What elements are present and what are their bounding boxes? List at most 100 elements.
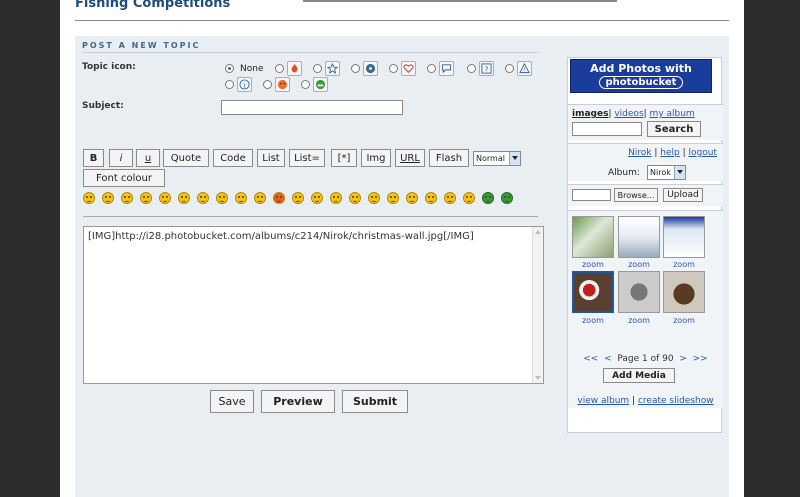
font-colour-button[interactable]: Font colour [83,169,165,187]
smiley-icon[interactable] [330,192,342,204]
next-page-link[interactable]: > [679,354,687,364]
last-page-link[interactable]: >> [693,354,708,364]
zoom-link[interactable]: zoom [617,260,661,269]
tab-videos[interactable]: videos [614,109,643,119]
smiley-icon[interactable] [121,192,133,204]
first-page-link[interactable]: << [583,354,598,364]
smiley-icon[interactable] [368,192,380,204]
flash-button[interactable]: Flash [429,149,469,167]
gallery-thumbnail[interactable] [618,271,660,313]
topic-icon-radio-info[interactable] [225,80,234,89]
topic-icon-radio-star[interactable] [313,64,322,73]
smiley-icon[interactable] [197,192,209,204]
logout-link[interactable]: logout [689,148,717,158]
upload-file-input[interactable] [572,189,611,201]
smiley-icon[interactable] [311,192,323,204]
add-media-button[interactable]: Add Media [603,368,675,383]
svg-text:!: ! [523,68,525,74]
create-slideshow-link[interactable]: create slideshow [638,396,714,406]
image-button[interactable]: Img [361,149,391,167]
ordered-list-button[interactable]: List= [289,149,325,167]
smiley-icon[interactable] [425,192,437,204]
smiley-icon[interactable] [159,192,171,204]
gallery-thumbnail[interactable] [572,271,614,313]
help-link[interactable]: help [660,148,679,158]
textarea-scrollbar[interactable] [532,227,543,383]
zoom-link[interactable]: zoom [662,316,706,325]
star-icon [325,61,340,76]
smiley-icon[interactable] [292,192,304,204]
view-album-link[interactable]: view album [577,396,629,406]
zoom-link[interactable]: zoom [617,316,661,325]
topic-icon-radio-radiation[interactable] [351,64,360,73]
smiley-icon[interactable] [178,192,190,204]
photobucket-banner[interactable]: Add Photos with photobucket [570,59,712,93]
topic-icon-radio-fire[interactable] [275,64,284,73]
list-button[interactable]: List [257,149,285,167]
tab-images[interactable]: images [572,109,608,119]
font-size-select[interactable]: Normal [473,151,521,166]
topic-icon-radio-speech[interactable] [427,64,436,73]
smiley-icon[interactable] [482,192,494,204]
gallery-thumbnail[interactable] [663,216,705,258]
smiley-icon[interactable] [254,192,266,204]
gallery-thumbnail[interactable] [663,271,705,313]
smiley-icon[interactable] [406,192,418,204]
smiley-icon[interactable] [463,192,475,204]
smiley-icon[interactable] [140,192,152,204]
topic-icon-label: Topic icon: [82,62,136,72]
smiley-icon[interactable] [216,192,228,204]
smiley-icon[interactable] [102,192,114,204]
smiley-icon[interactable] [387,192,399,204]
browse-button[interactable]: Browse... [614,188,658,202]
url-button[interactable]: URL [395,149,425,167]
bold-button[interactable]: B [83,149,104,167]
smiley-icon[interactable] [444,192,456,204]
italic-button[interactable]: i [109,149,133,167]
photobucket-gallery: zoom zoom zoom zoom zoom zoom << < Page … [568,210,723,408]
photobucket-search-box: images| videos| my album Search [568,104,723,140]
smiley-icon[interactable] [235,192,247,204]
page-content: Fishing Competitions POST A NEW TOPIC To… [60,0,744,497]
underline-button[interactable]: u [136,149,160,167]
smiley-icon[interactable] [349,192,361,204]
topic-icon-radio-none[interactable] [225,64,234,73]
message-textarea[interactable]: [IMG]http://i28.photobucket.com/albums/c… [83,226,544,384]
photobucket-panel: Add Photos with photobucket images| vide… [567,57,723,433]
save-button[interactable]: Save [210,390,254,413]
tab-my-album[interactable]: my album [650,109,695,119]
upload-button[interactable]: Upload [663,188,703,202]
gallery-thumbnail[interactable] [572,216,614,258]
photobucket-tabs: images| videos| my album [572,109,695,119]
list-item-button[interactable]: [*] [331,149,357,167]
topic-icon-radio-question[interactable] [467,64,476,73]
prev-page-link[interactable]: < [604,354,612,364]
smiley-icon[interactable] [501,192,513,204]
quote-button[interactable]: Quote [163,149,209,167]
gallery-thumbnail[interactable] [618,216,660,258]
top-divider [303,0,617,2]
zoom-link[interactable]: zoom [571,260,615,269]
smiley-icon[interactable] [83,192,95,204]
album-select[interactable]: Nirok [647,165,686,180]
smiley-icon[interactable] [273,192,285,204]
subject-input[interactable] [221,100,403,115]
code-button[interactable]: Code [213,149,253,167]
topic-icon-radio-heart[interactable] [389,64,398,73]
album-label: Album: [608,168,640,178]
zoom-link[interactable]: zoom [571,316,615,325]
topic-icon-radio-grin[interactable] [301,80,310,89]
message-text: [IMG]http://i28.photobucket.com/albums/c… [88,231,474,242]
page-title[interactable]: Fishing Competitions [75,0,230,11]
fire-icon [287,61,302,76]
photobucket-search-button[interactable]: Search [647,121,701,137]
svg-text:?: ? [485,65,489,74]
preview-button[interactable]: Preview [261,390,335,413]
section-header: POST A NEW TOPIC [82,41,201,50]
topic-icon-radio-angry[interactable] [263,80,272,89]
user-link[interactable]: Nirok [628,148,651,158]
zoom-link[interactable]: zoom [662,260,706,269]
topic-icon-radio-warning[interactable] [505,64,514,73]
submit-button[interactable]: Submit [342,390,408,413]
photobucket-search-input[interactable] [572,122,642,136]
